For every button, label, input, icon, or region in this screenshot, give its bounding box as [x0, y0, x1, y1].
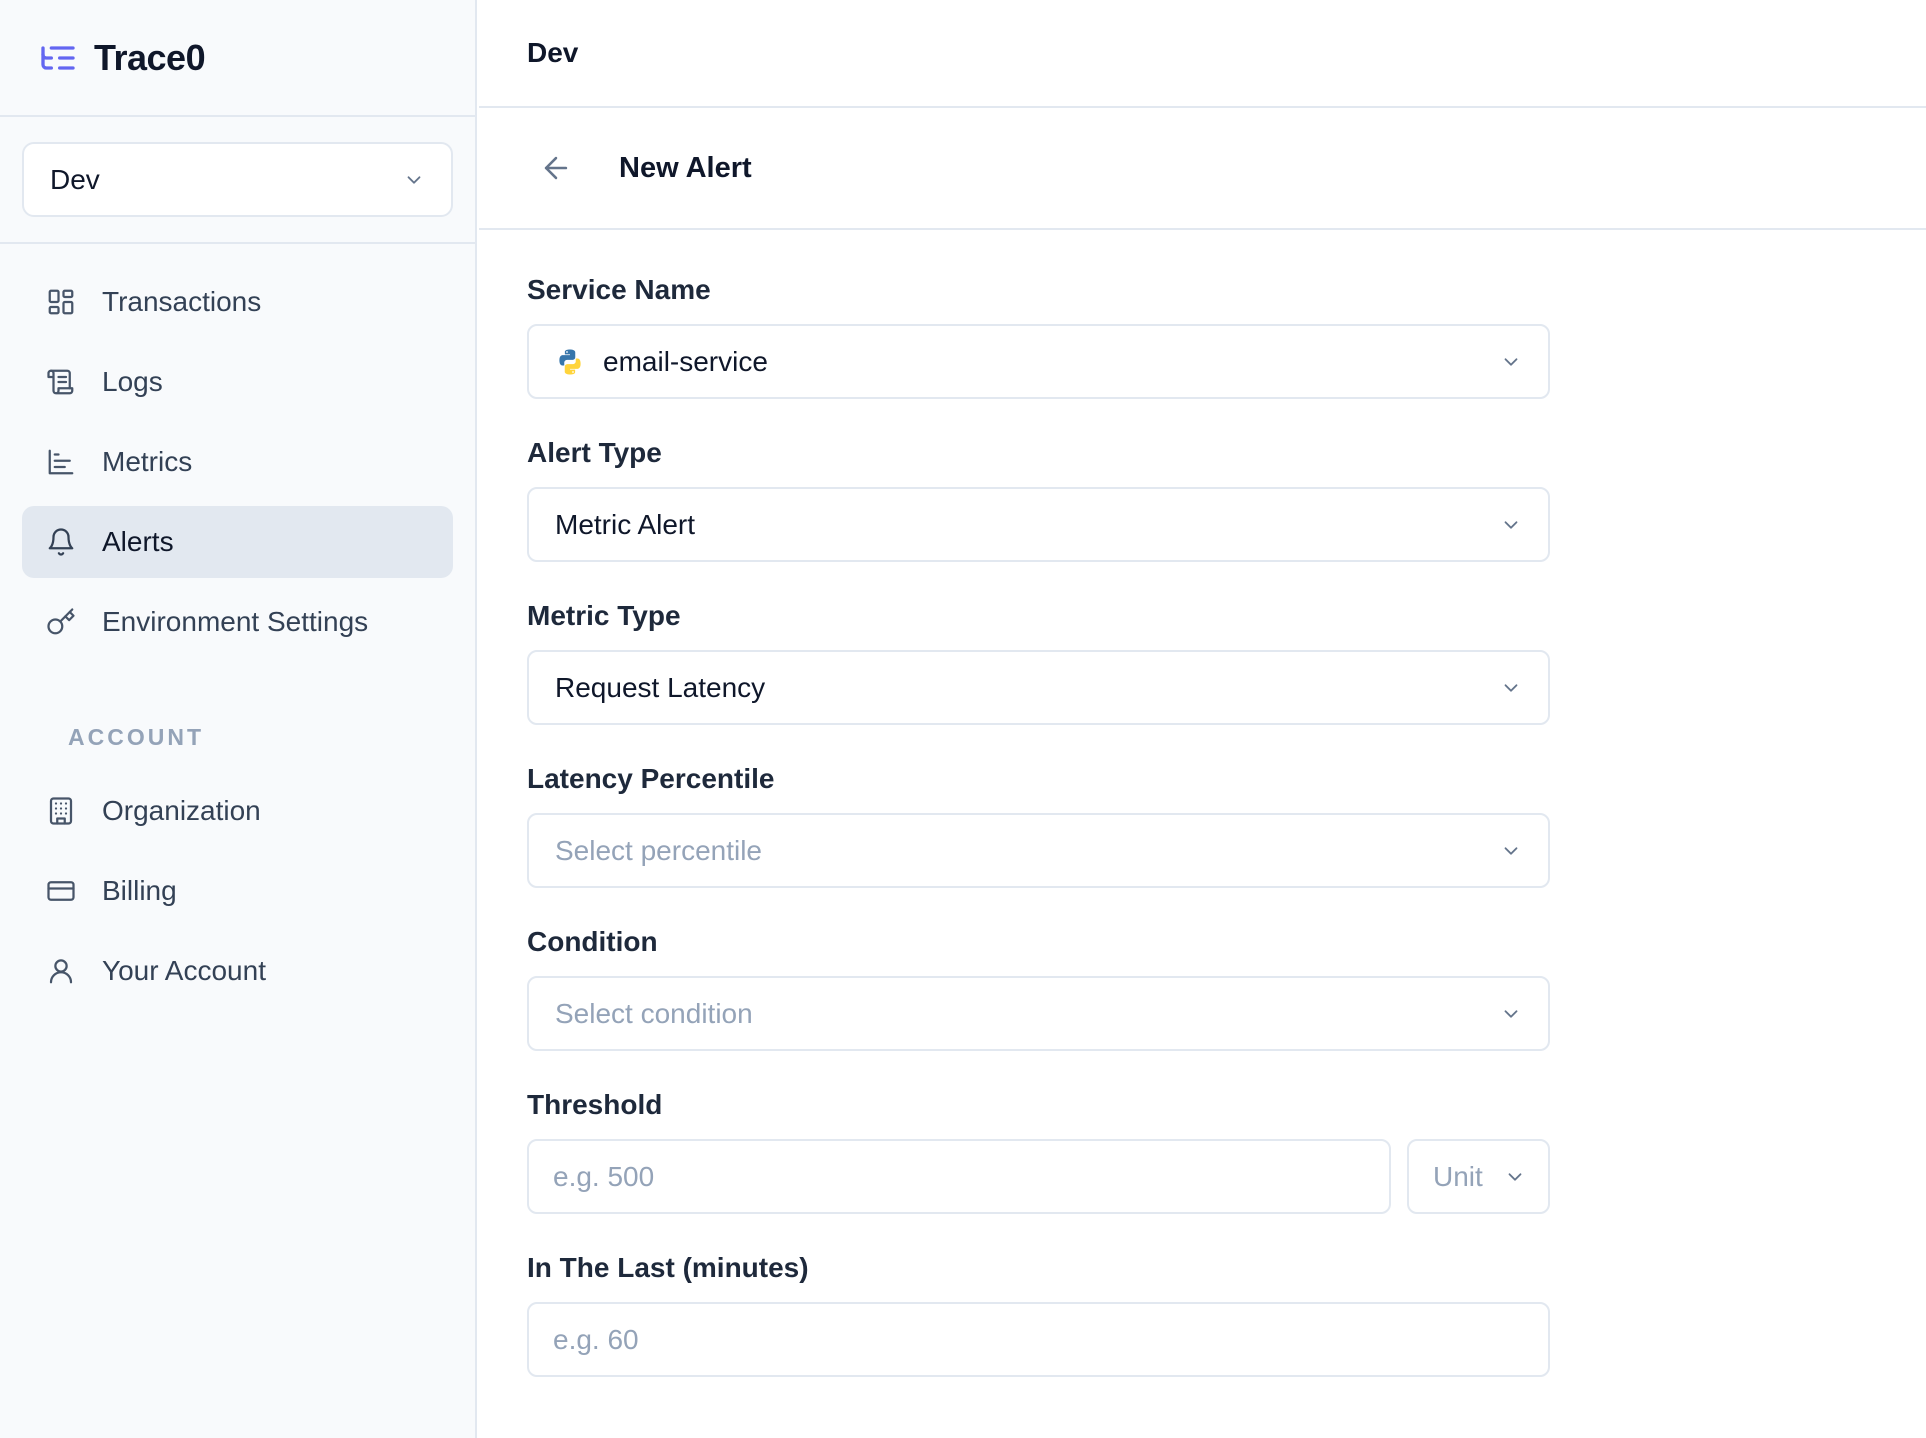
threshold-label: Threshold	[527, 1089, 663, 1120]
chevron-down-icon	[1504, 520, 1518, 529]
sidebar-item-label: Logs	[102, 366, 163, 397]
sidebar: Trace0 Dev Transactions Logs Metrics Ale…	[0, 0, 477, 1438]
sidebar-item-billing[interactable]: Billing	[22, 855, 453, 927]
sidebar-item-organization[interactable]: Organization	[22, 775, 453, 847]
brand-name: Trace0	[94, 36, 206, 78]
sidebar-item-transactions[interactable]: Transactions	[22, 266, 453, 338]
latency-percentile-label: Latency Percentile	[527, 763, 775, 794]
page-title: New Alert	[619, 151, 752, 184]
main-content: Dev New Alert Service Name email-service	[479, 0, 1926, 1438]
sidebar-item-label: Metrics	[102, 446, 193, 477]
dashboard-grid-icon	[48, 289, 74, 315]
latency-percentile-placeholder: Select percentile	[555, 834, 763, 866]
page-header: New Alert	[479, 108, 1926, 230]
service-name-select[interactable]: email-service	[527, 324, 1550, 399]
sidebar-item-logs[interactable]: Logs	[22, 346, 453, 418]
service-name-field: Service Name email-service	[527, 274, 1550, 399]
bar-chart-icon	[48, 449, 74, 475]
sidebar-item-label: Your Account	[102, 955, 266, 986]
chevron-down-icon	[1504, 846, 1518, 855]
building-icon	[49, 797, 73, 825]
alert-type-select[interactable]: Metric Alert	[527, 487, 1550, 562]
user-icon	[49, 959, 73, 984]
chevron-down-icon	[1504, 357, 1518, 366]
python-icon	[559, 349, 581, 374]
list-tree-icon	[41, 45, 75, 70]
chevron-down-icon	[1508, 1172, 1522, 1181]
metric-type-select[interactable]: Request Latency	[527, 650, 1550, 725]
in-the-last-input[interactable]	[527, 1302, 1550, 1377]
sidebar-item-environment-settings[interactable]: Environment Settings	[22, 586, 453, 658]
condition-placeholder: Select condition	[555, 997, 753, 1029]
sidebar-item-label: Billing	[102, 875, 177, 906]
threshold-field: Threshold Unit	[527, 1089, 1550, 1214]
topbar-environment-title: Dev	[527, 37, 579, 68]
latency-percentile-select[interactable]: Select percentile	[527, 813, 1550, 888]
scroll-icon	[47, 369, 74, 395]
alert-type-value: Metric Alert	[555, 508, 696, 540]
condition-label: Condition	[527, 926, 658, 957]
bell-icon	[48, 528, 74, 556]
sidebar-item-label: Transactions	[102, 286, 262, 317]
metric-type-value: Request Latency	[555, 671, 766, 703]
account-section-label: ACCOUNT	[68, 724, 204, 750]
condition-field: Condition Select condition	[527, 926, 1550, 1051]
metric-type-label: Metric Type	[527, 600, 681, 631]
condition-select[interactable]: Select condition	[527, 976, 1550, 1051]
sidebar-item-alerts[interactable]: Alerts	[22, 506, 453, 578]
credit-card-icon	[47, 881, 75, 901]
environment-selector[interactable]: Dev	[22, 142, 453, 217]
unit-placeholder: Unit	[1433, 1160, 1483, 1192]
sidebar-item-label: Organization	[102, 795, 261, 826]
threshold-row: Unit	[527, 1139, 1550, 1214]
in-the-last-label: In The Last (minutes)	[527, 1252, 809, 1283]
alert-type-field: Alert Type Metric Alert	[527, 437, 1550, 562]
sidebar-item-label: Environment Settings	[102, 606, 369, 637]
chevron-down-icon	[407, 175, 421, 184]
sidebar-item-label: Alerts	[102, 526, 174, 557]
key-icon	[47, 608, 75, 635]
service-name-value: email-service	[603, 345, 768, 377]
service-name-label: Service Name	[527, 274, 711, 305]
sidebar-item-your-account[interactable]: Your Account	[22, 935, 453, 1007]
unit-select[interactable]: Unit	[1407, 1139, 1550, 1214]
chevron-down-icon	[1504, 1009, 1518, 1018]
arrow-left-icon[interactable]	[539, 151, 573, 185]
metric-type-field: Metric Type Request Latency	[527, 600, 1550, 725]
environment-selector-value: Dev	[50, 163, 100, 195]
latency-percentile-field: Latency Percentile Select percentile	[527, 763, 1550, 888]
sidebar-nav: Transactions Logs Metrics Alerts Environ…	[0, 244, 475, 1007]
topbar: Dev	[479, 0, 1926, 108]
environment-selector-wrapper: Dev	[0, 117, 475, 244]
service-name-select-content: email-service	[555, 346, 768, 378]
sidebar-item-metrics[interactable]: Metrics	[22, 426, 453, 498]
in-the-last-field: In The Last (minutes)	[527, 1252, 1550, 1377]
threshold-input[interactable]	[527, 1139, 1391, 1214]
alert-type-label: Alert Type	[527, 437, 662, 468]
brand[interactable]: Trace0	[0, 0, 475, 117]
chevron-down-icon	[1504, 683, 1518, 692]
new-alert-form: Service Name email-service Alert Type Me…	[479, 230, 1550, 1377]
